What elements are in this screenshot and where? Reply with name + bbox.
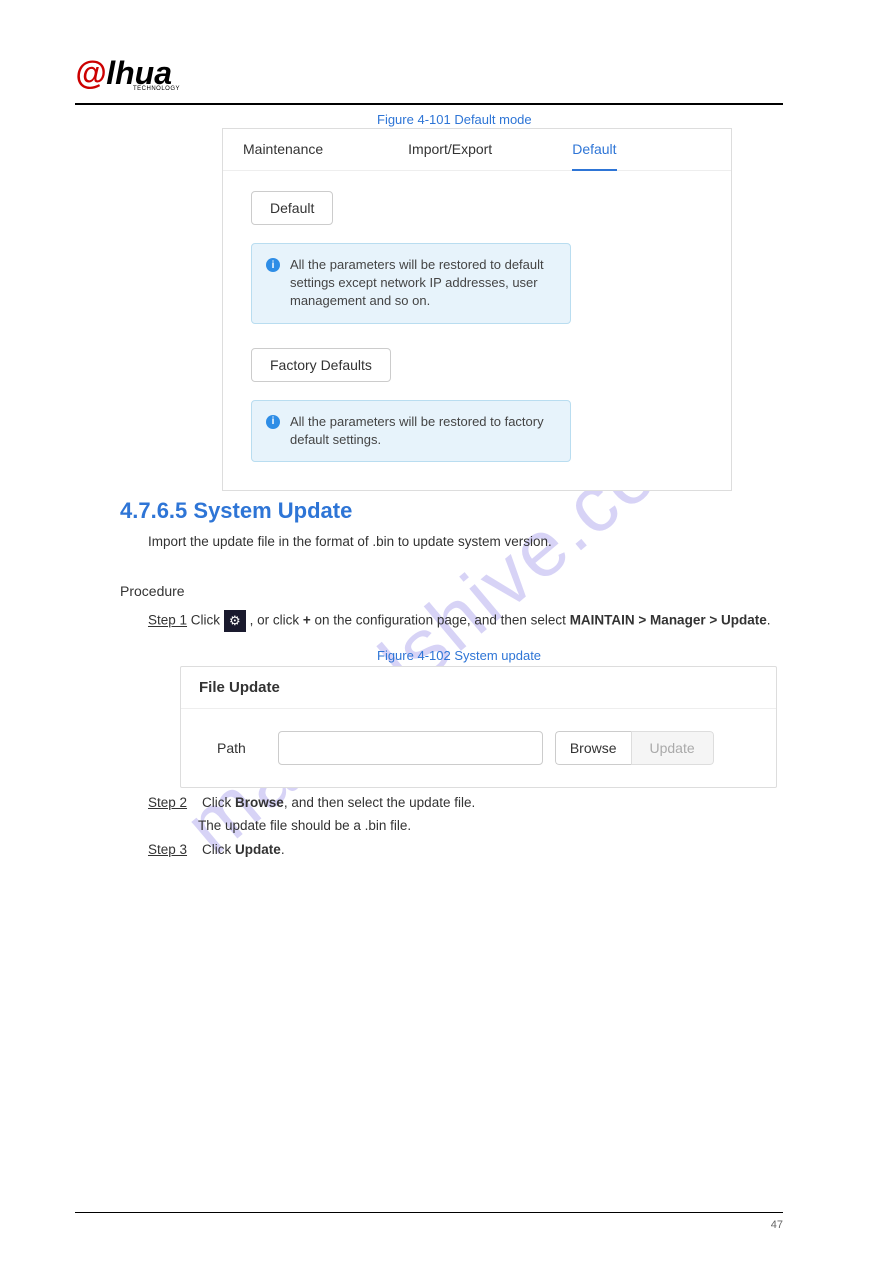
factory-info-box: i All the parameters will be restored to… xyxy=(251,400,571,462)
default-info-box: i All the parameters will be restored to… xyxy=(251,243,571,324)
path-input[interactable] xyxy=(278,731,543,765)
path-label: Path xyxy=(217,740,246,756)
section-description: Import the update file in the format of … xyxy=(148,532,748,552)
tab-default[interactable]: Default xyxy=(572,129,616,171)
tab-maintenance[interactable]: Maintenance xyxy=(243,129,323,170)
gear-icon xyxy=(224,610,246,632)
step-3: Step 3 Click Update. xyxy=(148,842,285,857)
step-2b-text: The update file should be a .bin file. xyxy=(198,818,411,833)
step-1-path: MAINTAIN > Manager > Update xyxy=(570,613,767,628)
plus-icon: + xyxy=(303,613,311,628)
step-2-text: Click Browse, and then select the update… xyxy=(202,795,475,810)
step-2: Step 2 Click Browse, and then select the… xyxy=(148,795,475,810)
default-tab-panel: Maintenance Import/Export Default Defaul… xyxy=(222,128,732,491)
step-2-label: Step 2 xyxy=(148,795,187,810)
default-panel-body: Default i All the parameters will be res… xyxy=(223,171,731,490)
tab-bar: Maintenance Import/Export Default xyxy=(223,129,731,171)
step-1-text-b: , or click xyxy=(250,613,303,628)
step-3-label: Step 3 xyxy=(148,842,187,857)
step-1-label: Step 1 xyxy=(148,613,187,628)
update-button[interactable]: Update xyxy=(631,731,714,765)
brand-logo: @lhua TECHNOLOGY xyxy=(75,55,180,92)
file-update-body: Path Browse Update xyxy=(181,709,776,787)
factory-defaults-button[interactable]: Factory Defaults xyxy=(251,348,391,382)
default-info-text: All the parameters will be restored to d… xyxy=(290,256,556,311)
section-heading: 4.7.6.5 System Update xyxy=(120,498,352,524)
procedure-heading: Procedure xyxy=(120,583,185,599)
page-header: @lhua TECHNOLOGY xyxy=(75,55,783,105)
figure-2-label: Figure 4-102 System update xyxy=(377,648,541,663)
browse-update-group: Browse Update xyxy=(555,731,714,765)
brand-sub: TECHNOLOGY xyxy=(133,86,180,92)
factory-info-text: All the parameters will be restored to f… xyxy=(290,413,556,449)
step-1-text-c: on the configuration page, and then sele… xyxy=(314,613,569,628)
figure-1-label: Figure 4-101 Default mode xyxy=(377,112,532,127)
file-update-header: File Update xyxy=(181,667,776,709)
page-footer: 47 xyxy=(75,1212,783,1231)
default-button[interactable]: Default xyxy=(251,191,333,225)
file-update-panel: File Update Path Browse Update xyxy=(180,666,777,788)
step-1-text-a: Click xyxy=(191,613,224,628)
info-icon: i xyxy=(266,258,280,272)
tab-import-export[interactable]: Import/Export xyxy=(408,129,492,170)
info-icon: i xyxy=(266,415,280,429)
browse-button[interactable]: Browse xyxy=(555,731,631,765)
step-3-text: Click Update. xyxy=(202,842,285,857)
step-1: Step 1 Click , or click + on the configu… xyxy=(148,610,770,632)
